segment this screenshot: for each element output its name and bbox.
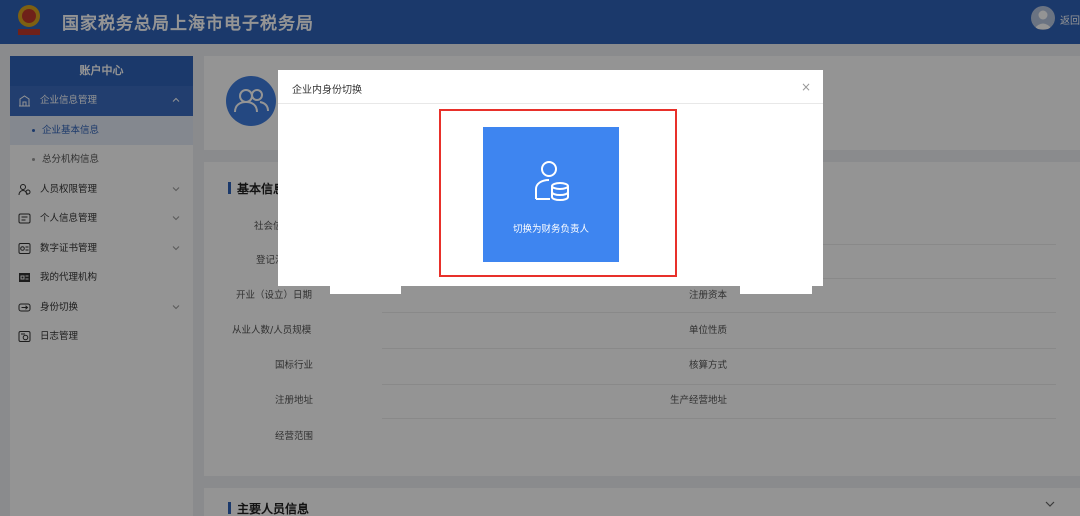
role-label: 切换为财务负责人	[512, 224, 589, 235]
modal-header: 企业内身份切换 ×	[278, 70, 823, 104]
switch-to-finance-lead-button[interactable]: 切换为财务负责人	[483, 127, 619, 262]
redaction-strip	[330, 286, 401, 294]
identity-switch-modal: 企业内身份切换 × 切换为财务负责人	[278, 70, 823, 286]
modal-title: 企业内身份切换	[292, 85, 362, 96]
redaction-strip	[740, 286, 812, 294]
close-icon[interactable]: ×	[801, 80, 811, 94]
user-database-icon	[535, 161, 569, 202]
